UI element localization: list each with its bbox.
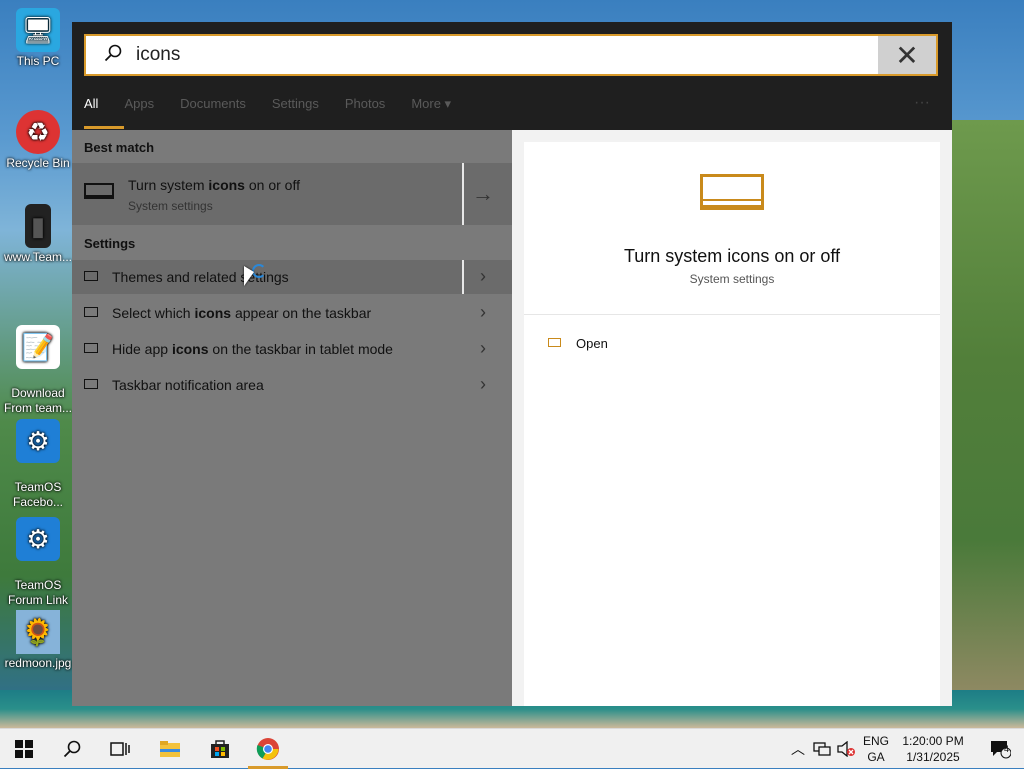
taskbar-icon — [84, 379, 98, 389]
monitor-settings-icon — [700, 174, 764, 210]
tab-photos[interactable]: Photos — [345, 88, 385, 128]
desktop-icon-team[interactable]: ▮ www.Team... — [2, 204, 74, 265]
chevron-right-icon[interactable]: › — [480, 338, 486, 359]
language-code: ENG — [862, 734, 889, 748]
task-view-button[interactable] — [96, 729, 144, 769]
task-view-icon — [110, 742, 130, 756]
tab-documents[interactable]: Documents — [180, 88, 246, 128]
open-icon — [548, 338, 561, 347]
open-label: Open — [576, 336, 608, 351]
results-list: Best match Turn system icons on or off S… — [72, 130, 512, 706]
desktop-icon-this-pc[interactable]: 🖥 This PC — [2, 8, 74, 69]
chevron-right-icon[interactable]: › — [480, 374, 486, 395]
chrome-icon — [256, 738, 279, 760]
arrow-right-icon[interactable]: → — [472, 181, 494, 207]
chevron-up-icon: ︿ — [791, 741, 805, 757]
desktop-icon-label: Recycle Bin — [6, 156, 70, 170]
notification-count-badge: 4 — [1004, 744, 1010, 754]
file-icon: ▮ — [25, 204, 51, 248]
taskbar: ︿ ENG GA 1:20:00 PM 1/31/2025 4 — [0, 728, 1024, 769]
network-icon — [813, 742, 831, 756]
more-options-icon[interactable]: ··· — [914, 94, 930, 112]
divider — [462, 163, 464, 225]
search-bar[interactable]: icons ✕ — [84, 34, 938, 76]
monitor-settings-icon — [84, 183, 114, 199]
action-center-button[interactable]: 4 — [976, 729, 1024, 769]
settings-heading: Settings — [84, 236, 136, 251]
gear-icon: ⚙ — [16, 419, 60, 463]
desktop-icon-recycle-bin[interactable]: ♻ Recycle Bin — [2, 110, 74, 171]
best-match-title: Turn system icons on or off — [128, 177, 300, 193]
volume-button[interactable] — [834, 729, 858, 769]
search-icon — [104, 44, 122, 62]
best-match-heading: Best match — [84, 140, 155, 155]
chevron-right-icon[interactable]: › — [480, 266, 486, 287]
preview-subtitle: System settings — [689, 272, 775, 286]
result-label: Taskbar notification area — [112, 377, 264, 393]
search-button[interactable] — [48, 729, 96, 769]
clear-search-button[interactable]: ✕ — [878, 36, 936, 74]
chrome-button[interactable] — [244, 729, 292, 769]
search-panel: icons ✕ All Apps Documents Settings Phot… — [72, 22, 952, 706]
active-tab-indicator — [84, 126, 124, 129]
clock[interactable]: 1:20:00 PM 1/31/2025 — [896, 733, 970, 765]
best-match-result[interactable]: Turn system icons on or off System setti… — [72, 163, 512, 225]
image-file-icon: 🌻 — [16, 610, 60, 654]
best-match-subtitle: System settings — [128, 199, 213, 213]
divider — [524, 314, 940, 315]
store-bag-icon — [211, 740, 229, 758]
computer-icon: 🖥 — [16, 8, 60, 52]
folder-icon — [160, 741, 180, 757]
search-filter-tabs: All Apps Documents Settings Photos More … — [84, 88, 451, 128]
tablet-mode-icon — [84, 343, 98, 353]
divider — [462, 260, 464, 294]
preview-pane: Turn system icons on or off System setti… — [512, 130, 952, 706]
volume-muted-icon — [837, 741, 855, 757]
themes-icon — [84, 271, 98, 281]
result-item-tablet-mode[interactable]: Hide app icons on the taskbar in tablet … — [72, 332, 512, 366]
result-item-themes[interactable]: Themes and related settings › — [72, 260, 512, 294]
desktop-icon-teamos-forum[interactable]: ⚙ TeamOS Forum Link — [2, 502, 74, 623]
desktop-icon-redmoon[interactable]: 🌻 redmoon.jpg — [2, 610, 74, 671]
result-item-notification-area[interactable]: Taskbar notification area › — [72, 368, 512, 402]
preview-title: Turn system icons on or off — [623, 246, 841, 266]
recycle-bin-icon: ♻ — [16, 110, 60, 154]
tab-apps[interactable]: Apps — [124, 88, 154, 128]
clock-time: 1:20:00 PM — [902, 734, 964, 748]
desktop-icon-label: TeamOS Forum Link — [7, 578, 69, 607]
input-language-indicator[interactable]: ENG GA — [858, 733, 894, 765]
result-label: Hide app icons on the taskbar in tablet … — [112, 341, 393, 357]
file-explorer-button[interactable] — [146, 729, 194, 769]
store-button[interactable] — [196, 729, 244, 769]
clock-date: 1/31/2025 — [906, 750, 960, 764]
gear-icon: ⚙ — [16, 517, 60, 561]
mouse-cursor-icon — [244, 266, 254, 286]
desktop-icon-label: www.Team... — [3, 250, 72, 264]
preview-card: Turn system icons on or off System setti… — [524, 142, 940, 706]
search-input[interactable]: icons — [136, 44, 180, 66]
start-button[interactable] — [0, 729, 48, 769]
desktop-icon-label: This PC — [16, 54, 60, 68]
notepad-icon: 📝 — [16, 325, 60, 369]
keyboard-layout: GA — [867, 750, 885, 764]
loading-spinner-icon — [252, 264, 266, 278]
search-icon — [63, 740, 81, 758]
result-label: Select which icons appear on the taskbar — [112, 305, 372, 321]
tab-more[interactable]: More ▾ — [411, 88, 451, 128]
result-item-taskbar-icons[interactable]: Select which icons appear on the taskbar… — [72, 296, 512, 330]
show-hidden-icons-button[interactable]: ︿ — [786, 729, 810, 769]
windows-logo-icon — [15, 740, 33, 758]
tab-all[interactable]: All — [84, 88, 98, 128]
tab-settings[interactable]: Settings — [272, 88, 319, 128]
close-icon: ✕ — [895, 39, 919, 71]
chevron-right-icon[interactable]: › — [480, 302, 486, 323]
network-button[interactable] — [810, 729, 834, 769]
taskbar-icon — [84, 307, 98, 317]
desktop-icon-label: redmoon.jpg — [4, 656, 72, 670]
